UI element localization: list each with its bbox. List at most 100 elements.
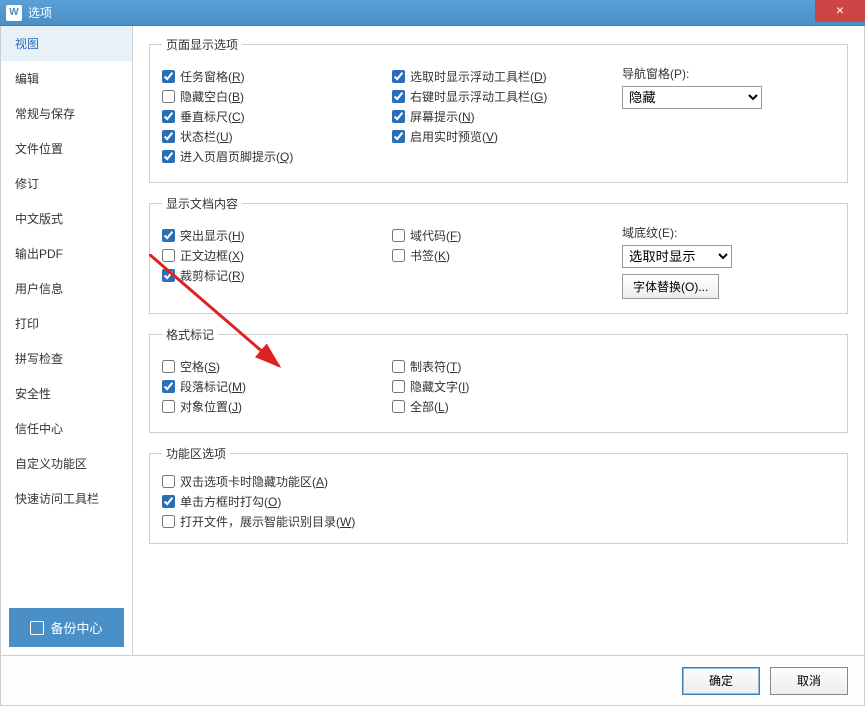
- backup-center-button[interactable]: 备份中心: [9, 608, 124, 647]
- ok-button[interactable]: 确定: [682, 667, 760, 695]
- format-marks-c2-checkbox-0[interactable]: [392, 360, 405, 373]
- doc-content-c2-label-1[interactable]: 书签(K): [410, 247, 450, 264]
- sidebar-item-13[interactable]: 快速访问工具栏: [1, 481, 132, 516]
- field-shading-label: 域底纹(E):: [622, 224, 835, 241]
- page-display-c1-checkbox-4[interactable]: [162, 150, 175, 163]
- format-marks-c1-item-1: 段落标记(M): [162, 378, 392, 395]
- backup-label: 备份中心: [50, 618, 102, 637]
- legend-page-display: 页面显示选项: [162, 36, 242, 53]
- sidebar-item-10[interactable]: 安全性: [1, 376, 132, 411]
- page-display-c2-checkbox-2[interactable]: [392, 110, 405, 123]
- format-marks-c2-label-1[interactable]: 隐藏文字(I): [410, 378, 469, 395]
- format-marks-c1-label-0[interactable]: 空格(S): [180, 358, 220, 375]
- doc-content-c1-checkbox-1[interactable]: [162, 249, 175, 262]
- app-icon: W: [6, 5, 22, 21]
- group-doc-content: 显示文档内容 突出显示(H) 正文边框(X) 裁剪标记(R) 域代码(F) 书签(K)…: [149, 195, 848, 314]
- page-display-c2-item-1: 右键时显示浮动工具栏(G): [392, 88, 622, 105]
- cancel-button[interactable]: 取消: [770, 667, 848, 695]
- main-container: 视图编辑常规与保存文件位置修订中文版式输出PDF用户信息打印拼写检查安全性信任中…: [0, 26, 865, 656]
- page-display-c2-checkbox-0[interactable]: [392, 70, 405, 83]
- close-button[interactable]: ×: [815, 0, 865, 22]
- page-display-c1-item-1: 隐藏空白(B): [162, 88, 392, 105]
- sidebar-item-9[interactable]: 拼写检查: [1, 341, 132, 376]
- sidebar-item-1[interactable]: 编辑: [1, 61, 132, 96]
- format-marks-c1-checkbox-1[interactable]: [162, 380, 175, 393]
- font-replace-button[interactable]: 字体替换(O)...: [622, 274, 719, 299]
- sidebar-item-2[interactable]: 常规与保存: [1, 96, 132, 131]
- ribbon-checkbox-0[interactable]: [162, 475, 175, 488]
- page-display-c1-label-3[interactable]: 状态栏(U): [180, 128, 233, 145]
- doc-content-c1-checkbox-0[interactable]: [162, 229, 175, 242]
- doc-content-c1-label-2[interactable]: 裁剪标记(R): [180, 267, 245, 284]
- doc-content-c2-label-0[interactable]: 域代码(F): [410, 227, 461, 244]
- page-display-c1-label-1[interactable]: 隐藏空白(B): [180, 88, 244, 105]
- page-display-c2-item-2: 屏幕提示(N): [392, 108, 622, 125]
- format-marks-c1-checkbox-2[interactable]: [162, 400, 175, 413]
- doc-content-c1-item-0: 突出显示(H): [162, 227, 392, 244]
- ribbon-item-1: 单击方框时打勾(O): [162, 493, 835, 510]
- format-marks-c1-item-2: 对象位置(J): [162, 398, 392, 415]
- format-marks-c2-checkbox-2[interactable]: [392, 400, 405, 413]
- page-display-c1-item-2: 垂直标尺(C): [162, 108, 392, 125]
- page-display-c2-item-0: 选取时显示浮动工具栏(D): [392, 68, 622, 85]
- page-display-c1-checkbox-2[interactable]: [162, 110, 175, 123]
- format-marks-c1-label-1[interactable]: 段落标记(M): [180, 378, 246, 395]
- page-display-c2-label-3[interactable]: 启用实时预览(V): [410, 128, 498, 145]
- format-marks-c2-item-0: 制表符(T): [392, 358, 622, 375]
- doc-content-c1-label-1[interactable]: 正文边框(X): [180, 247, 244, 264]
- sidebar-item-0[interactable]: 视图: [1, 26, 132, 61]
- page-display-c2-checkbox-1[interactable]: [392, 90, 405, 103]
- dialog-footer: 确定 取消: [0, 656, 865, 706]
- titlebar: W 选项 ×: [0, 0, 865, 26]
- page-display-c1-label-0[interactable]: 任务窗格(R): [180, 68, 245, 85]
- field-shading-select[interactable]: 选取时显示: [622, 245, 732, 268]
- doc-content-c1-checkbox-2[interactable]: [162, 269, 175, 282]
- page-display-c1-checkbox-1[interactable]: [162, 90, 175, 103]
- sidebar-item-12[interactable]: 自定义功能区: [1, 446, 132, 481]
- group-page-display: 页面显示选项 任务窗格(R) 隐藏空白(B) 垂直标尺(C) 状态栏(U) 进入页眉页脚…: [149, 36, 848, 183]
- group-ribbon-options: 功能区选项 双击选项卡时隐藏功能区(A)单击方框时打勾(O)打开文件，展示智能识…: [149, 445, 848, 544]
- sidebar-item-3[interactable]: 文件位置: [1, 131, 132, 166]
- ribbon-checkbox-2[interactable]: [162, 515, 175, 528]
- ribbon-item-2: 打开文件，展示智能识别目录(W): [162, 513, 835, 530]
- sidebar-item-7[interactable]: 用户信息: [1, 271, 132, 306]
- format-marks-c2-item-2: 全部(L): [392, 398, 622, 415]
- page-display-c2-checkbox-3[interactable]: [392, 130, 405, 143]
- legend-doc-content: 显示文档内容: [162, 195, 242, 212]
- page-display-c2-item-3: 启用实时预览(V): [392, 128, 622, 145]
- page-display-c1-checkbox-0[interactable]: [162, 70, 175, 83]
- doc-content-c2-checkbox-1[interactable]: [392, 249, 405, 262]
- doc-content-c1-item-1: 正文边框(X): [162, 247, 392, 264]
- doc-content-c1-label-0[interactable]: 突出显示(H): [180, 227, 245, 244]
- format-marks-c2-label-0[interactable]: 制表符(T): [410, 358, 461, 375]
- page-display-c2-label-2[interactable]: 屏幕提示(N): [410, 108, 475, 125]
- ribbon-label-1[interactable]: 单击方框时打勾(O): [180, 493, 281, 510]
- page-display-c1-item-0: 任务窗格(R): [162, 68, 392, 85]
- group-format-marks: 格式标记 空格(S) 段落标记(M) 对象位置(J) 制表符(T) 隐藏文字(I) 全部…: [149, 326, 848, 433]
- page-display-c2-label-0[interactable]: 选取时显示浮动工具栏(D): [410, 68, 547, 85]
- format-marks-c2-checkbox-1[interactable]: [392, 380, 405, 393]
- sidebar-item-11[interactable]: 信任中心: [1, 411, 132, 446]
- sidebar-item-5[interactable]: 中文版式: [1, 201, 132, 236]
- content-panel: 页面显示选项 任务窗格(R) 隐藏空白(B) 垂直标尺(C) 状态栏(U) 进入页眉页脚…: [133, 26, 864, 655]
- doc-content-c2-checkbox-0[interactable]: [392, 229, 405, 242]
- ribbon-label-0[interactable]: 双击选项卡时隐藏功能区(A): [180, 473, 328, 490]
- legend-format-marks: 格式标记: [162, 326, 218, 343]
- nav-pane-label: 导航窗格(P):: [622, 65, 835, 82]
- format-marks-c2-label-2[interactable]: 全部(L): [410, 398, 449, 415]
- doc-content-c2-item-0: 域代码(F): [392, 227, 622, 244]
- format-marks-c1-label-2[interactable]: 对象位置(J): [180, 398, 242, 415]
- sidebar-item-4[interactable]: 修订: [1, 166, 132, 201]
- sidebar-item-8[interactable]: 打印: [1, 306, 132, 341]
- format-marks-c1-checkbox-0[interactable]: [162, 360, 175, 373]
- format-marks-c1-item-0: 空格(S): [162, 358, 392, 375]
- ribbon-checkbox-1[interactable]: [162, 495, 175, 508]
- page-display-c1-checkbox-3[interactable]: [162, 130, 175, 143]
- nav-pane-select[interactable]: 隐藏: [622, 86, 762, 109]
- ribbon-label-2[interactable]: 打开文件，展示智能识别目录(W): [180, 513, 355, 530]
- page-display-c1-label-4[interactable]: 进入页眉页脚提示(Q): [180, 148, 293, 165]
- page-display-c1-label-2[interactable]: 垂直标尺(C): [180, 108, 245, 125]
- doc-content-c1-item-2: 裁剪标记(R): [162, 267, 392, 284]
- page-display-c2-label-1[interactable]: 右键时显示浮动工具栏(G): [410, 88, 547, 105]
- sidebar-item-6[interactable]: 输出PDF: [1, 236, 132, 271]
